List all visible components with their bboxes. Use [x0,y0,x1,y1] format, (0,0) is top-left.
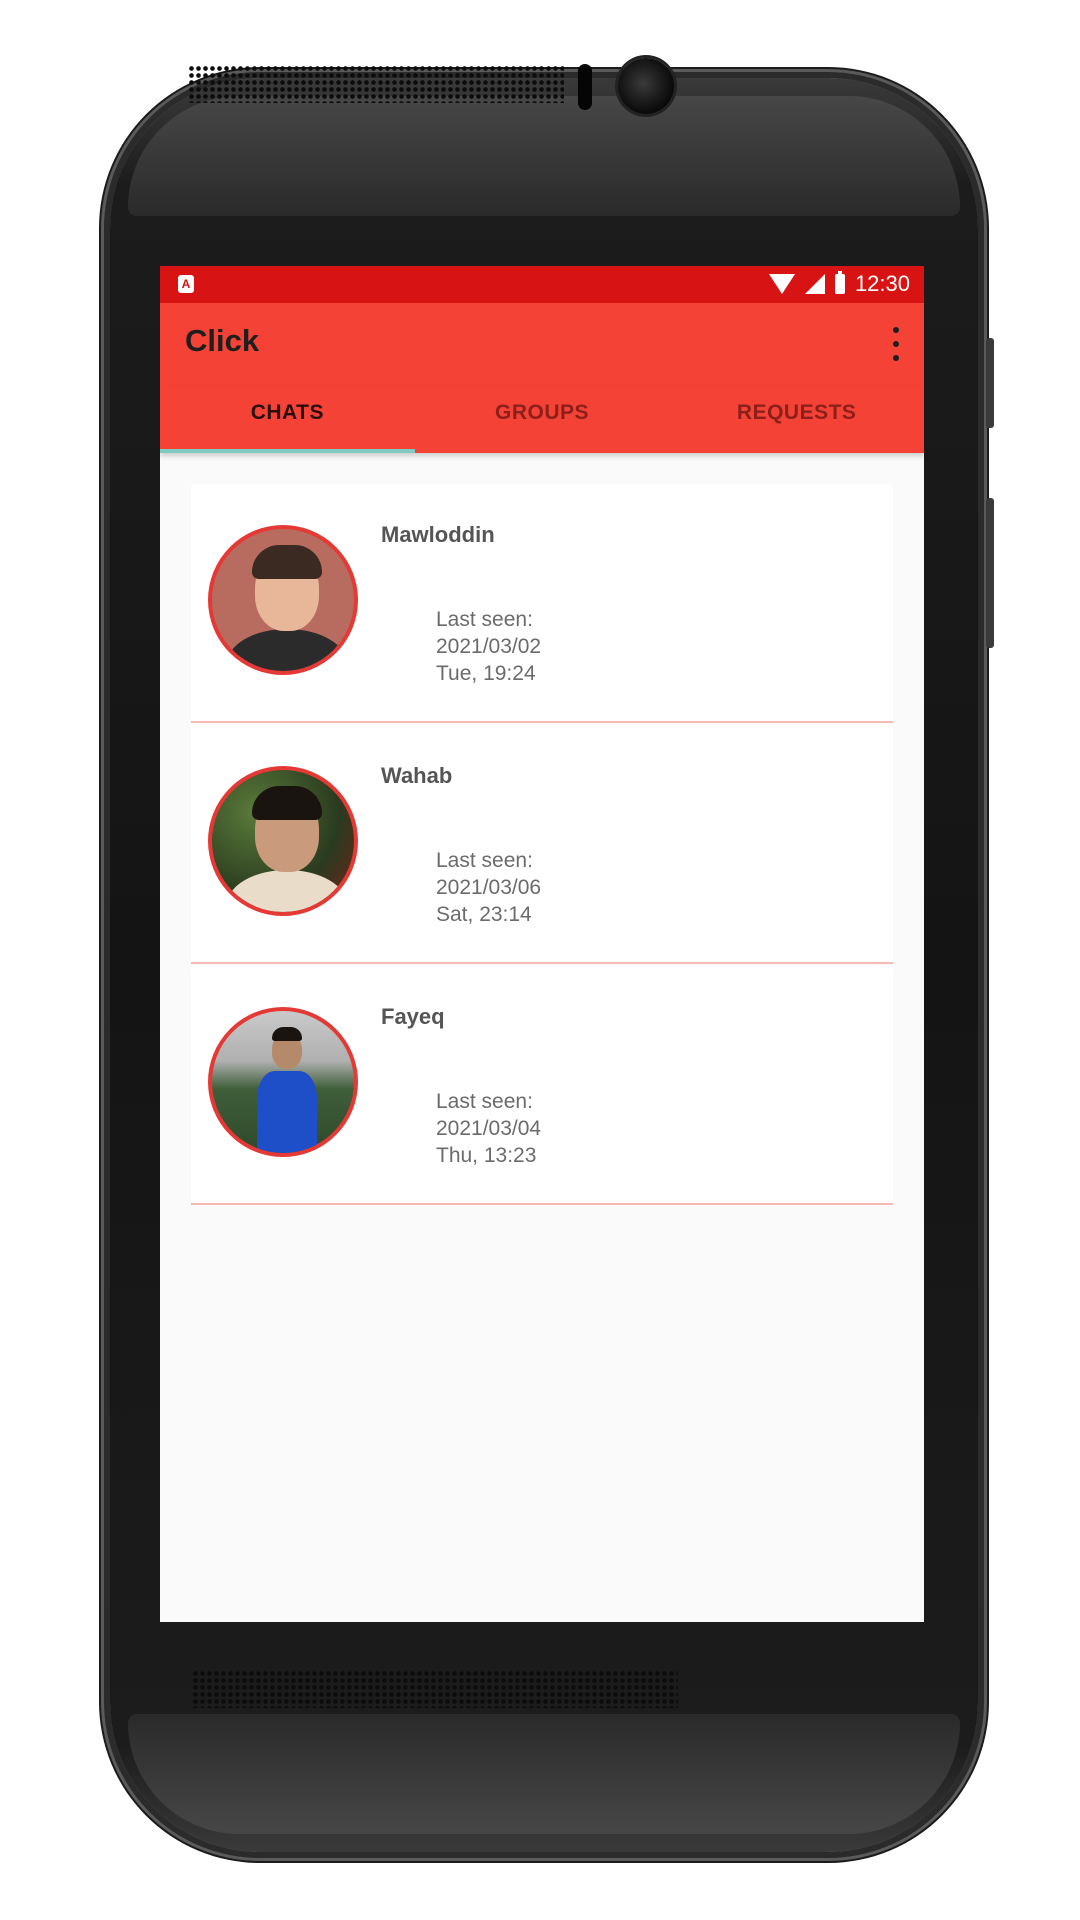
status-time: 12:30 [854,271,910,296]
tab-requests[interactable]: REQUESTS [669,385,924,453]
last-seen-text: Last seen: 2021/03/04 Thu, 13:23 [436,1088,541,1169]
avatar[interactable] [208,1007,358,1157]
volume-button [986,338,994,428]
more-vert-icon[interactable] [890,327,902,361]
avatar[interactable] [208,766,358,916]
app-title: Click [185,323,260,358]
last-seen-date: 2021/03/06 [436,876,542,899]
app-notification-icon: A [178,275,194,293]
last-seen-day-time: Tue, 19:24 [436,662,536,685]
last-seen-day-time: Thu, 13:23 [436,1144,537,1167]
cellular-signal-icon [804,274,825,294]
last-seen-label: Last seen: [436,608,533,631]
power-button [986,498,994,648]
phone-bottom-bezel [128,1714,960,1834]
front-camera-icon [618,58,674,114]
last-seen-text: Last seen: 2021/03/06 Sat, 23:14 [436,847,541,928]
tab-chats[interactable]: CHATS [160,385,415,453]
bottom-speaker [192,1670,678,1708]
tab-bar: CHATS GROUPS REQUESTS [160,385,924,453]
proximity-sensor [578,64,592,110]
tab-groups[interactable]: GROUPS [415,385,670,453]
last-seen-label: Last seen: [436,1090,533,1113]
earpiece-speaker [188,65,564,103]
chat-list: Mawloddin Last seen: 2021/03/02 Tue, 19:… [191,484,893,1207]
status-icons: 12:30 [768,271,910,297]
app-screen: A 12:30 Click CHATS GROUPS REQUESTS Mawl… [160,266,924,1622]
avatar[interactable] [208,525,358,675]
chat-list-item[interactable]: Mawloddin Last seen: 2021/03/02 Tue, 19:… [191,484,893,723]
toolbar: Click [160,303,924,385]
contact-name: Fayeq [381,1004,445,1029]
battery-icon [834,271,845,294]
status-bar: A 12:30 [160,266,924,303]
chat-list-item[interactable]: Fayeq Last seen: 2021/03/04 Thu, 13:23 [191,966,893,1205]
contact-name: Mawloddin [381,522,495,547]
phone-top-bezel [128,96,960,216]
last-seen-day-time: Sat, 23:14 [436,903,532,926]
contact-name: Wahab [381,763,453,788]
last-seen-date: 2021/03/02 [436,635,542,658]
last-seen-label: Last seen: [436,849,533,872]
wifi-icon [768,274,795,294]
last-seen-text: Last seen: 2021/03/02 Tue, 19:24 [436,606,541,687]
last-seen-date: 2021/03/04 [436,1117,542,1140]
chat-list-item[interactable]: Wahab Last seen: 2021/03/06 Sat, 23:14 [191,725,893,964]
